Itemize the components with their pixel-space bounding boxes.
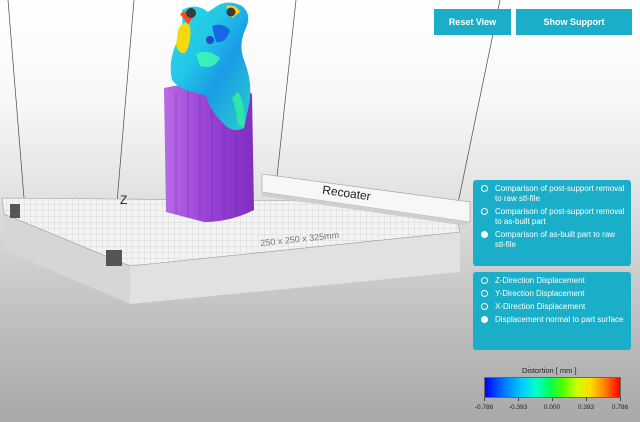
z-axis-label: Z — [120, 193, 127, 207]
option-label: Y-Direction Displacement — [495, 289, 585, 298]
option-label: Comparison of post-support removal to as… — [495, 207, 625, 226]
colorbar-tick-label: 0.000 — [543, 404, 561, 411]
distortion-colorbar — [484, 377, 621, 398]
radio-button[interactable] — [481, 208, 488, 215]
colorbar-tick-label: 0.393 — [577, 404, 595, 411]
colorbar-tick-label: -0.393 — [508, 404, 528, 411]
displacement-panel: Z-Direction Displacement Y-Direction Dis… — [473, 272, 631, 350]
radio-button-selected[interactable] — [481, 231, 488, 238]
displacement-option[interactable]: Z-Direction Displacement — [481, 276, 625, 286]
comparison-option[interactable]: Comparison of post-support removal to as… — [481, 207, 625, 227]
corner-post — [106, 250, 122, 266]
radio-button-selected[interactable] — [481, 316, 488, 323]
colorbar-tick-label: 0.786 — [611, 404, 629, 411]
radio-button[interactable] — [481, 303, 488, 310]
colorbar-tick — [518, 398, 519, 401]
reset-view-button[interactable]: Reset View — [434, 9, 511, 35]
option-label: Comparison of post-support removal to ra… — [495, 184, 625, 203]
radio-button[interactable] — [481, 290, 488, 297]
comparison-panel: Comparison of post-support removal to ra… — [473, 180, 631, 266]
comparison-option[interactable]: Comparison of as-built part to raw stl-f… — [481, 230, 625, 250]
colorbar-tick-label: -0.786 — [474, 404, 494, 411]
option-label: Comparison of as-built part to raw stl-f… — [495, 230, 616, 249]
option-label: Z-Direction Displacement — [495, 276, 585, 285]
colorbar-tick — [586, 398, 587, 401]
displacement-option[interactable]: Y-Direction Displacement — [481, 289, 625, 299]
corner-post — [10, 204, 20, 218]
radio-button[interactable] — [481, 277, 488, 284]
colorbar-tick — [620, 398, 621, 401]
displacement-option[interactable]: X-Direction Displacement — [481, 302, 625, 312]
displacement-option[interactable]: Displacement normal to part surface — [481, 315, 625, 325]
option-label: Displacement normal to part surface — [495, 315, 624, 324]
colorbar-tick — [552, 398, 553, 401]
option-label: X-Direction Displacement — [495, 302, 586, 311]
legend-title: Distortion [ mm ] — [522, 366, 577, 375]
comparison-option[interactable]: Comparison of post-support removal to ra… — [481, 184, 625, 204]
radio-button[interactable] — [481, 185, 488, 192]
colorbar-tick — [484, 398, 485, 401]
show-support-button[interactable]: Show Support — [516, 9, 632, 35]
